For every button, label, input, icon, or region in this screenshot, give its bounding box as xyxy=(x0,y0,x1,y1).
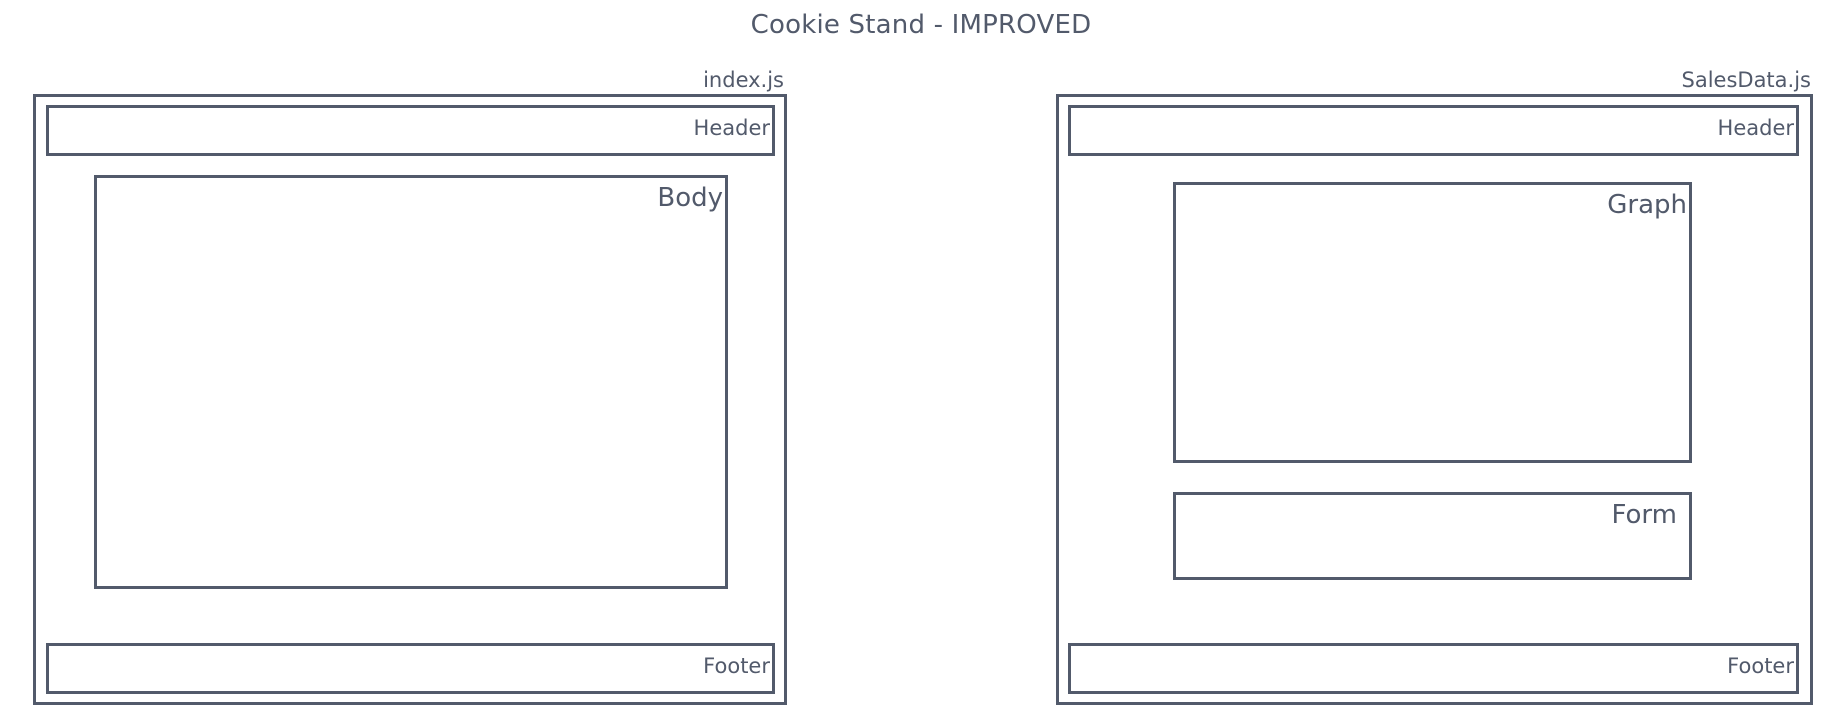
file-label-salesdata: SalesData.js xyxy=(1681,68,1812,92)
graph-label: Graph xyxy=(1607,190,1687,220)
header-label: Header xyxy=(693,116,770,140)
footer-box-salesdata: Footer xyxy=(1068,643,1799,694)
header-label: Header xyxy=(1717,116,1794,140)
footer-label: Footer xyxy=(703,654,770,678)
form-label: Form xyxy=(1611,500,1678,530)
form-box: Form xyxy=(1173,492,1692,580)
footer-box-index: Footer xyxy=(46,643,775,694)
body-label: Body xyxy=(657,183,723,213)
graph-box: Graph xyxy=(1173,182,1692,463)
footer-label: Footer xyxy=(1727,654,1794,678)
file-label-index: index.js xyxy=(703,68,784,92)
header-box-salesdata: Header xyxy=(1068,105,1799,156)
header-box-index: Header xyxy=(46,105,775,156)
body-box-index: Body xyxy=(94,175,728,589)
diagram-title: Cookie Stand - IMPROVED xyxy=(750,10,1092,40)
